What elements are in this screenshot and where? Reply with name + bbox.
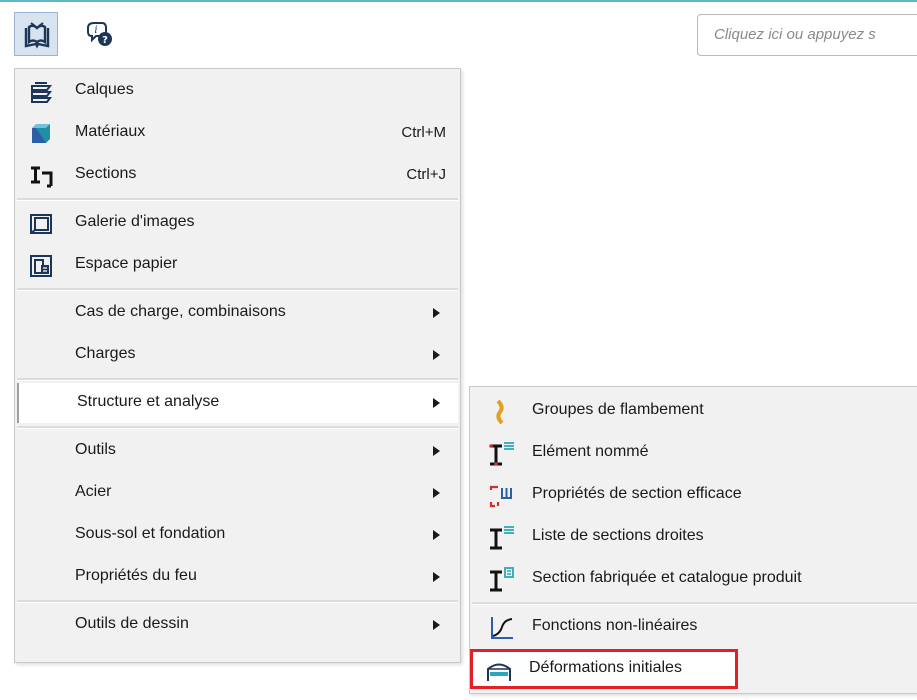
- main-menu: Calques Matériaux Ctrl+M Sections Ctrl+J: [14, 68, 461, 663]
- submenu-item-element-nomme[interactable]: Elément nommé: [472, 433, 917, 473]
- submenu-item-section-efficace[interactable]: Propriétés de section efficace: [472, 475, 917, 515]
- menu-item-sous-sol[interactable]: Sous-sol et fondation: [17, 515, 458, 555]
- menu-separator: [17, 600, 458, 603]
- main-menu-button[interactable]: [14, 12, 58, 56]
- menu-separator: [17, 378, 458, 381]
- image-gallery-icon: [29, 212, 53, 236]
- initial-deformation-icon: [485, 657, 513, 685]
- submenu-arrow-icon: [433, 488, 440, 498]
- menu-item-proprietes-feu[interactable]: Propriétés du feu: [17, 557, 458, 597]
- svg-text:i: i: [94, 25, 97, 36]
- submenu-arrow-icon: [433, 620, 440, 630]
- menu-item-label: Structure et analyse: [77, 393, 220, 410]
- menu-item-label: Charges: [75, 345, 136, 362]
- submenu-item-label: Fonctions non-linéaires: [532, 617, 698, 634]
- menu-item-label: Sous-sol et fondation: [75, 525, 226, 542]
- layers-icon: [29, 80, 53, 104]
- menu-separator: [17, 288, 458, 291]
- search-placeholder: Cliquez ici ou appuyez s: [714, 26, 876, 43]
- menu-item-label: Acier: [75, 483, 112, 500]
- submenu-item-label: Section fabriquée et catalogue produit: [532, 569, 802, 586]
- submenu-item-groupes-flambement[interactable]: Groupes de flambement: [472, 391, 917, 431]
- menu-item-acier[interactable]: Acier: [17, 473, 458, 513]
- submenu-item-label: Groupes de flambement: [532, 401, 704, 418]
- menu-item-sections[interactable]: Sections Ctrl+J: [17, 155, 458, 195]
- submenu-item-fonctions-non-lineaires[interactable]: Fonctions non-linéaires: [472, 607, 917, 647]
- menu-item-label: Galerie d'images: [75, 213, 195, 230]
- section-list-icon: [488, 524, 516, 552]
- nonlinear-function-icon: [488, 614, 516, 642]
- menu-item-charges[interactable]: Charges: [17, 335, 458, 375]
- menu-item-label: Calques: [75, 81, 134, 98]
- menu-item-materiaux[interactable]: Matériaux Ctrl+M: [17, 113, 458, 153]
- submenu-arrow-icon: [433, 446, 440, 456]
- submenu-item-label: Propriétés de section efficace: [532, 485, 742, 502]
- submenu-item-label: Déformations initiales: [529, 659, 682, 676]
- menu-separator: [17, 426, 458, 429]
- submenu-arrow-icon: [433, 572, 440, 582]
- menu-item-label: Cas de charge, combinaisons: [75, 303, 286, 320]
- menu-item-label: Outils: [75, 441, 116, 458]
- top-toolbar: i ? Cliquez ici ou appuyez s: [0, 0, 917, 76]
- submenu-arrow-icon: [433, 350, 440, 360]
- shortcut-label: Ctrl+M: [401, 124, 446, 141]
- submenu-item-section-fabriquee[interactable]: Section fabriquée et catalogue produit: [472, 559, 917, 599]
- fabricated-section-icon: [488, 566, 516, 594]
- menu-item-label: Outils de dessin: [75, 615, 189, 632]
- menu-item-galerie-images[interactable]: Galerie d'images: [17, 203, 458, 243]
- help-button[interactable]: i ?: [78, 12, 122, 56]
- menu-item-label: Sections: [75, 165, 137, 182]
- svg-text:?: ?: [102, 35, 108, 46]
- submenu-item-liste-sections[interactable]: Liste de sections droites: [472, 517, 917, 557]
- submenu-arrow-icon: [433, 308, 440, 318]
- submenu-arrow-icon: [433, 398, 440, 408]
- menu-item-outils-dessin[interactable]: Outils de dessin: [17, 605, 458, 645]
- menu-item-cas-de-charge[interactable]: Cas de charge, combinaisons: [17, 293, 458, 333]
- buckling-icon: [488, 398, 516, 426]
- submenu-arrow-icon: [433, 530, 440, 540]
- submenu-item-label: Elément nommé: [532, 443, 649, 460]
- submenu-separator: [472, 602, 917, 605]
- search-box[interactable]: Cliquez ici ou appuyez s: [697, 14, 917, 56]
- shortcut-label: Ctrl+J: [406, 166, 446, 183]
- submenu-structure-analyse: Groupes de flambement Elément nommé Prop…: [469, 386, 917, 694]
- menu-item-calques[interactable]: Calques: [17, 71, 458, 111]
- menu-item-outils[interactable]: Outils: [17, 431, 458, 471]
- paper-space-icon: [29, 254, 53, 278]
- menu-item-label: Espace papier: [75, 255, 178, 272]
- menu-item-structure-analyse[interactable]: Structure et analyse: [17, 383, 458, 423]
- submenu-item-label: Liste de sections droites: [532, 527, 704, 544]
- materials-icon: [29, 122, 53, 146]
- effective-section-icon: [488, 482, 516, 510]
- menu-item-espace-papier[interactable]: Espace papier: [17, 245, 458, 285]
- menu-separator: [17, 198, 458, 201]
- named-element-icon: [488, 440, 516, 468]
- menu-item-label: Propriétés du feu: [75, 567, 197, 584]
- sections-icon: [29, 164, 53, 188]
- submenu-item-deformations-initiales[interactable]: Déformations initiales: [470, 649, 738, 689]
- menu-item-label: Matériaux: [75, 123, 146, 140]
